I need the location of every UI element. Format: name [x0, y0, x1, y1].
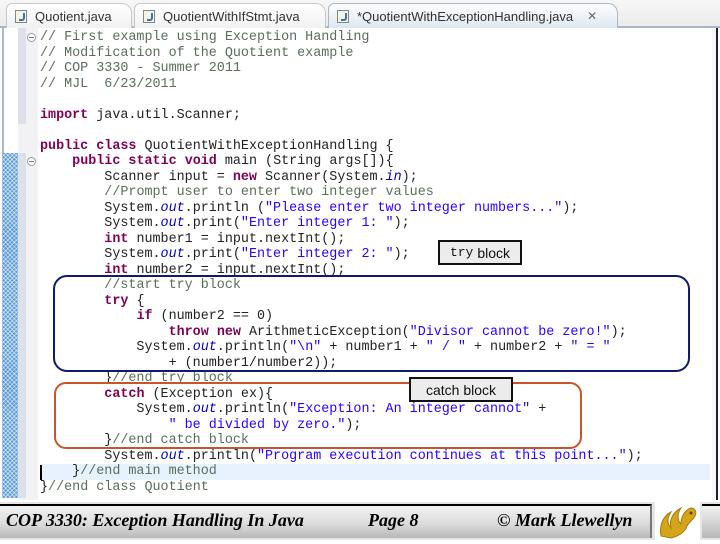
editor-right-border: [712, 28, 720, 500]
text-caret: [40, 465, 42, 480]
java-file-icon: [15, 9, 27, 23]
code-line[interactable]: [40, 123, 710, 139]
code-line[interactable]: public class QuotientWithExceptionHandli…: [40, 139, 710, 155]
code-line[interactable]: int number1 = input.nextInt();: [40, 232, 710, 248]
code-line[interactable]: public static void main (String args[]){: [40, 154, 710, 170]
code-line[interactable]: import java.util.Scanner;: [40, 108, 710, 124]
tab-quotient-with-exception-handling[interactable]: *QuotientWithExceptionHandling.java ✕: [328, 3, 618, 28]
code-line[interactable]: [40, 92, 710, 108]
tab-label: QuotientWithIfStmt.java: [163, 8, 300, 24]
try-keyword: try: [449, 245, 474, 260]
code-line[interactable]: System.out.print("Enter integer 2: ");: [40, 247, 710, 263]
gutter-shade: [18, 28, 26, 124]
fold-toggle-icon[interactable]: [27, 157, 36, 166]
code-line[interactable]: System.out.print("Enter integer 1: ");: [40, 216, 710, 232]
tab-label: *QuotientWithExceptionHandling.java: [357, 8, 574, 24]
footer-right-cap: [702, 504, 720, 538]
page-number: Page 8: [368, 510, 419, 530]
code-line[interactable]: Scanner input = new Scanner(System.in);: [40, 170, 710, 186]
close-icon[interactable]: ✕: [587, 9, 597, 23]
course-title: COP 3330: Exception Handling In Java: [6, 510, 304, 530]
code-line[interactable]: //Prompt user to enter two integer value…: [40, 185, 710, 201]
editor-gutter: [18, 28, 38, 500]
code-line[interactable]: }//end class Quotient: [40, 480, 710, 496]
catch-block-label-text: catch block: [425, 381, 497, 398]
tab-label: Quotient.java: [35, 8, 112, 24]
copyright: © Mark Llewellyn: [497, 510, 633, 530]
footer-bar: COP 3330: Exception Handling In Java Pag…: [0, 504, 652, 538]
editor-tab-bar: Quotient.java QuotientWithIfStmt.java *Q…: [0, 0, 720, 28]
java-file-icon: [143, 9, 155, 23]
try-block-label-text: block: [477, 244, 511, 261]
code-line[interactable]: System.out.println ("Please enter two in…: [40, 201, 710, 217]
overview-ruler: [0, 28, 18, 500]
code-line[interactable]: // COP 3330 - Summer 2011: [40, 61, 710, 77]
code-line[interactable]: System.out.println("Program execution co…: [40, 449, 710, 465]
ruler-highlight: [2, 153, 18, 498]
try-block-highlight: [53, 275, 690, 372]
slide-footer: COP 3330: Exception Handling In Java Pag…: [0, 502, 720, 540]
pegasus-logo-icon: [655, 502, 700, 540]
catch-block-label: catch block: [409, 377, 513, 402]
code-line[interactable]: // First example using Exception Handlin…: [40, 30, 710, 46]
fold-toggle-icon[interactable]: [27, 33, 36, 42]
gutter-shade: [18, 153, 26, 498]
java-file-icon: [337, 9, 349, 23]
code-line[interactable]: // Modification of the Quotient example: [40, 46, 710, 62]
code-line[interactable]: }//end main method: [40, 464, 710, 480]
tab-quotient[interactable]: Quotient.java: [6, 3, 132, 28]
tab-quotient-with-if-stmt[interactable]: QuotientWithIfStmt.java: [134, 3, 326, 28]
code-line[interactable]: // MJL 6/23/2011: [40, 77, 710, 93]
try-block-label: try block: [438, 240, 522, 265]
ruler-line: [2, 28, 4, 153]
